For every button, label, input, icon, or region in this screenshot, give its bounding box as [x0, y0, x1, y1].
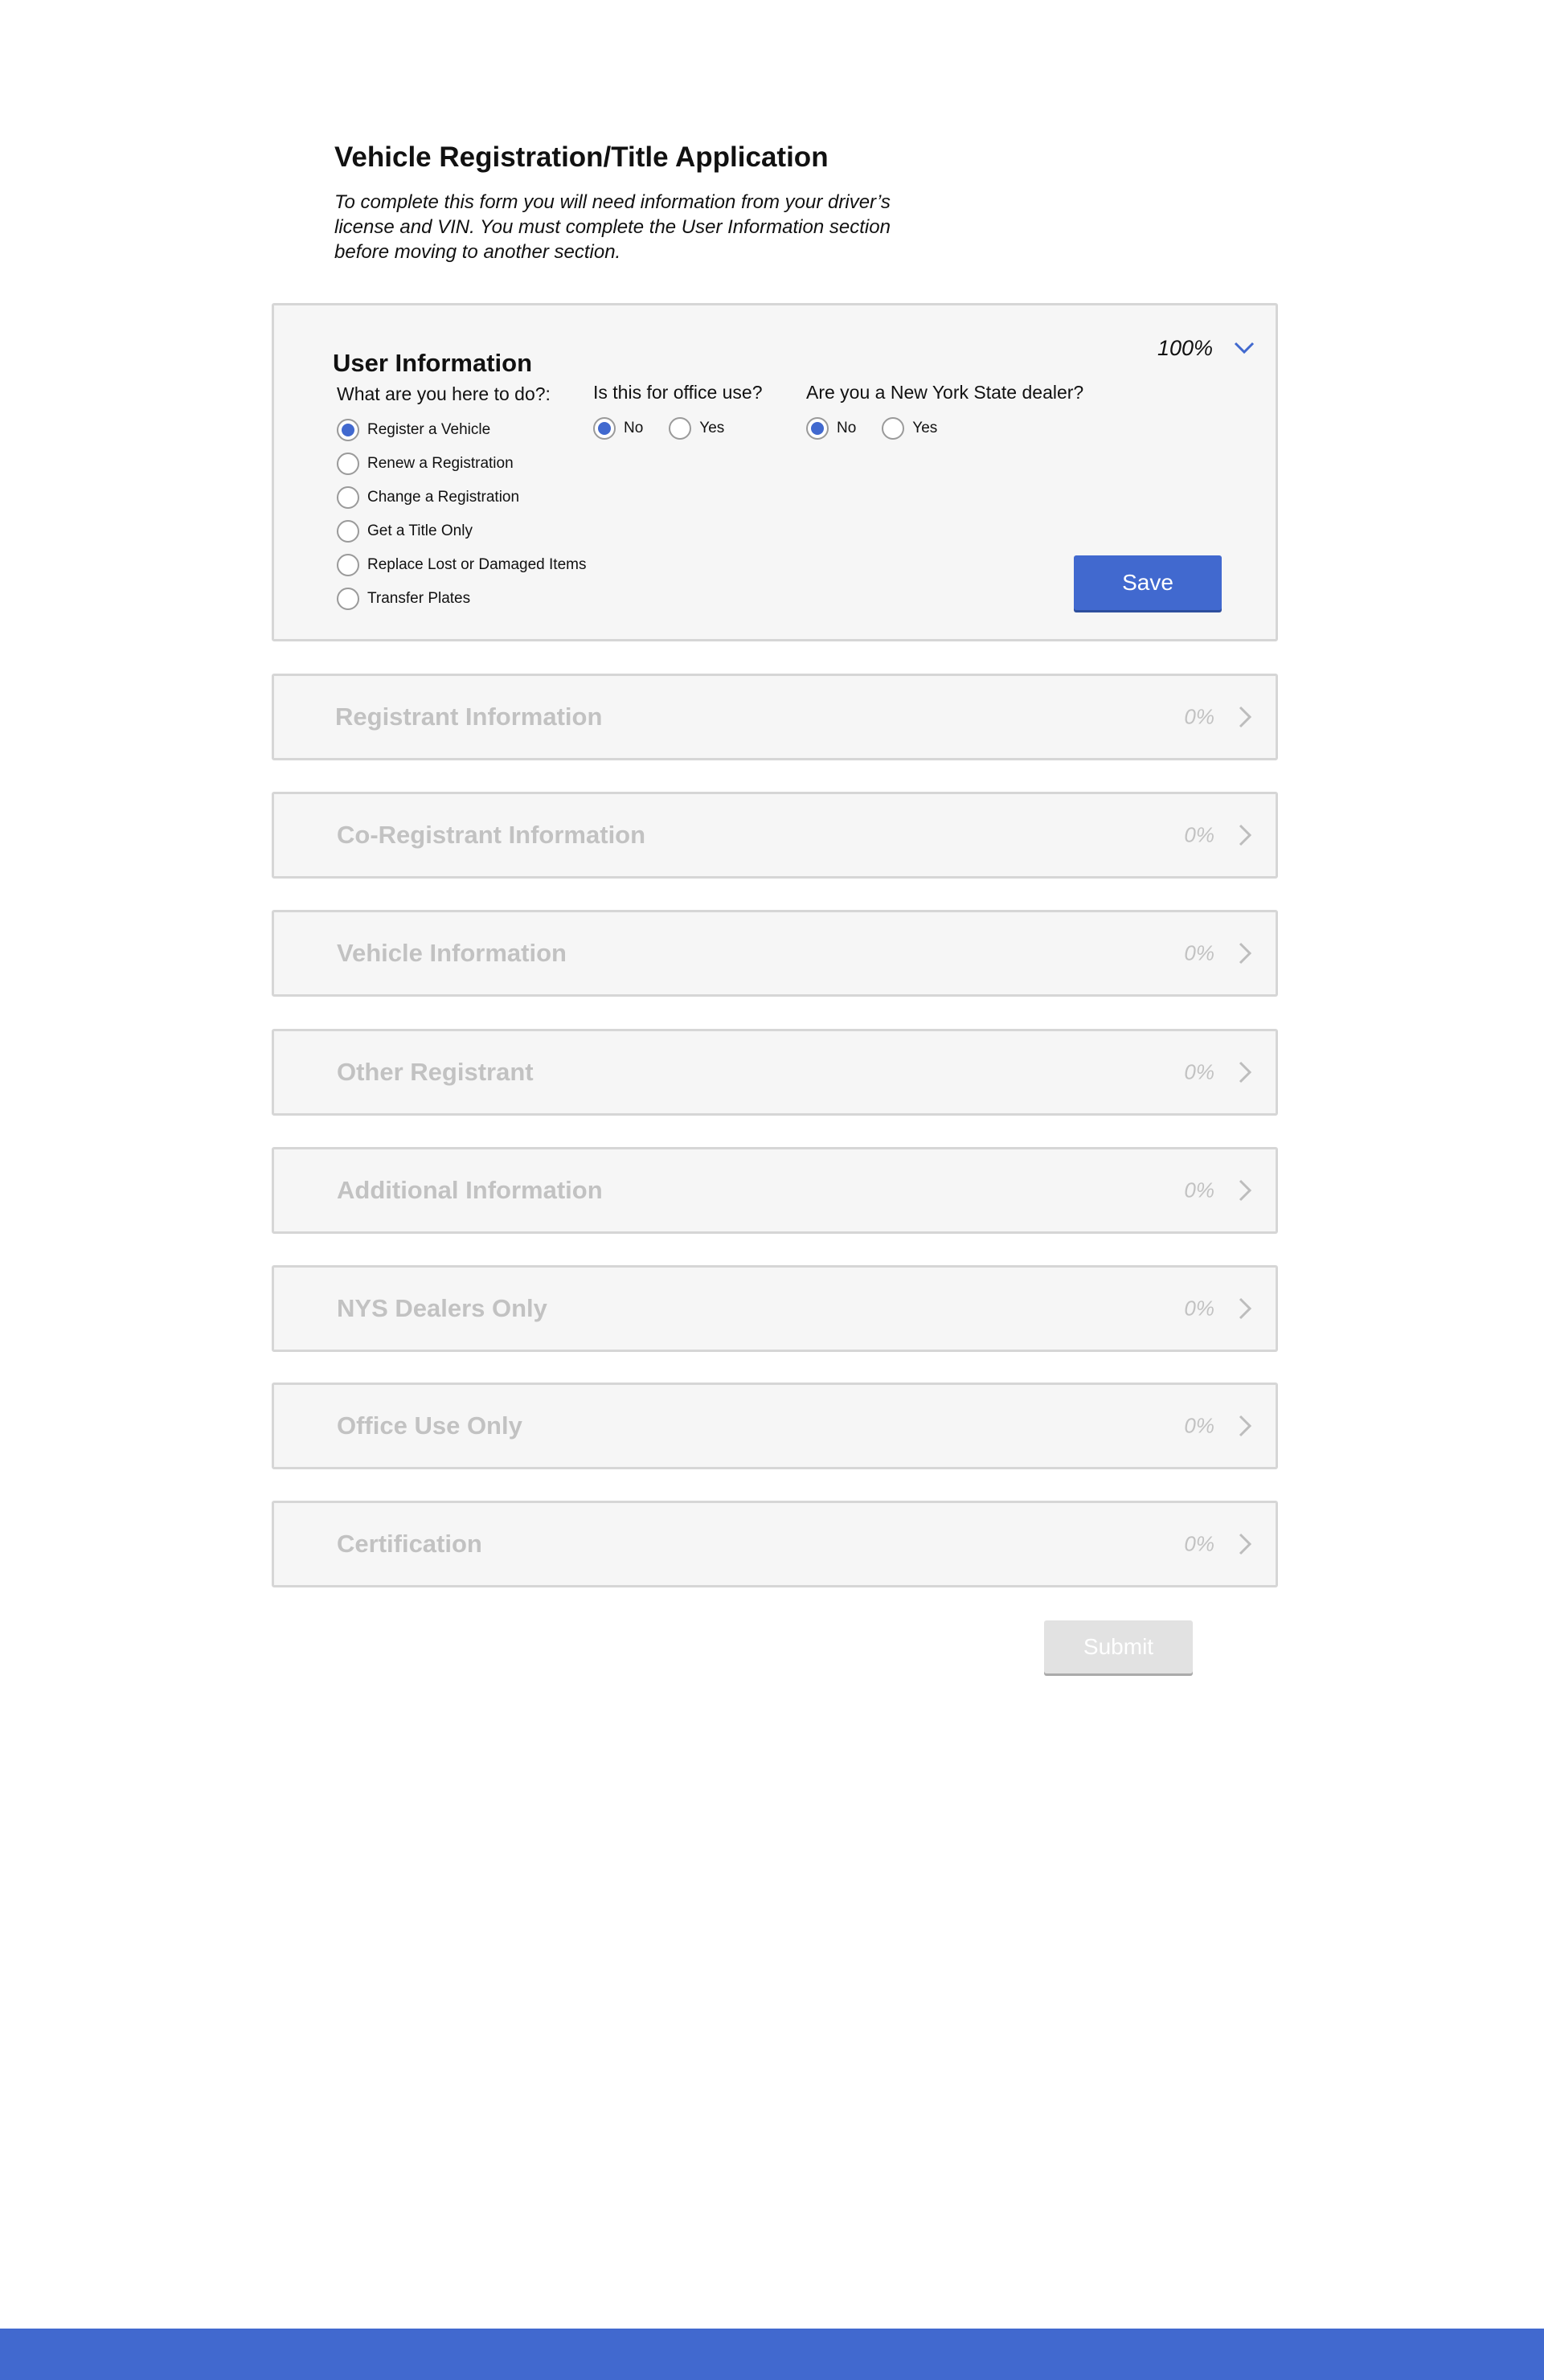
radio-label: Register a Vehicle	[367, 421, 491, 438]
radio-option[interactable]: Yes	[882, 412, 937, 445]
chevron-right-icon[interactable]	[1231, 1059, 1258, 1086]
section-additional-information[interactable]: Additional Information 0%	[272, 1147, 1278, 1234]
radio-label: Get a Title Only	[367, 522, 473, 539]
section-progress: 0%	[1184, 1059, 1214, 1084]
radio-label: Yes	[912, 420, 938, 436]
submit-button[interactable]: Submit	[1044, 1620, 1193, 1673]
radio-option[interactable]: No	[593, 412, 643, 445]
question-label: Is this for office use?	[593, 382, 763, 403]
chevron-down-icon[interactable]	[1231, 334, 1258, 362]
radio-selected-icon[interactable]	[337, 419, 359, 441]
radio-label: Renew a Registration	[367, 455, 514, 472]
radio-option[interactable]: Get a Title Only	[337, 514, 586, 548]
section-progress: 0%	[1184, 940, 1214, 965]
section-progress: 0%	[1184, 1413, 1214, 1438]
question-office-use: Is this for office use? No Yes	[593, 382, 763, 445]
radio-unselected-icon[interactable]	[337, 486, 359, 509]
radio-option[interactable]: No	[806, 412, 856, 445]
section-title[interactable]: User Information	[333, 349, 532, 378]
question-purpose: What are you here to do?: Register a Veh…	[337, 383, 586, 616]
section-title: Registrant Information	[335, 703, 603, 731]
radio-label: No	[837, 420, 857, 436]
chevron-right-icon[interactable]	[1231, 940, 1258, 967]
footer-bar	[0, 2329, 1544, 2380]
section-progress: 0%	[1184, 704, 1214, 729]
radio-label: Transfer Plates	[367, 590, 471, 607]
section-other-registrant[interactable]: Other Registrant 0%	[272, 1029, 1278, 1116]
section-progress: 0%	[1184, 1178, 1214, 1202]
radio-label: No	[624, 420, 644, 436]
chevron-right-icon[interactable]	[1231, 1530, 1258, 1558]
radio-label: Yes	[699, 420, 725, 436]
section-vehicle-information[interactable]: Vehicle Information 0%	[272, 910, 1278, 997]
radio-unselected-icon[interactable]	[337, 554, 359, 576]
radio-unselected-icon[interactable]	[669, 417, 692, 440]
radio-label: Change a Registration	[367, 489, 520, 506]
radio-unselected-icon[interactable]	[337, 588, 359, 610]
radio-selected-icon[interactable]	[806, 417, 829, 440]
section-co-registrant-information[interactable]: Co-Registrant Information 0%	[272, 792, 1278, 879]
radio-unselected-icon[interactable]	[882, 417, 905, 440]
section-nys-dealers-only[interactable]: NYS Dealers Only 0%	[272, 1265, 1278, 1352]
chevron-right-icon[interactable]	[1231, 703, 1258, 731]
section-title: Co-Registrant Information	[337, 821, 646, 849]
section-title: Vehicle Information	[337, 939, 567, 967]
section-title: Certification	[337, 1530, 482, 1558]
section-progress: 0%	[1184, 1531, 1214, 1556]
radio-option[interactable]: Yes	[669, 412, 724, 445]
section-title: Office Use Only	[337, 1411, 522, 1440]
section-progress: 0%	[1184, 1296, 1214, 1321]
radio-option[interactable]: Replace Lost or Damaged Items	[337, 548, 586, 582]
radio-selected-icon[interactable]	[593, 417, 616, 440]
page-intro: To complete this form you will need info…	[334, 191, 891, 263]
page-title: Vehicle Registration/Title Application	[334, 141, 829, 173]
section-certification[interactable]: Certification 0%	[272, 1501, 1278, 1587]
section-user-information: User Information 100% What are you here …	[272, 303, 1278, 641]
question-label: Are you a New York State dealer?	[806, 382, 1084, 403]
question-nys-dealer: Are you a New York State dealer? No Yes	[806, 382, 1083, 445]
section-progress: 100%	[1157, 336, 1213, 360]
section-title: NYS Dealers Only	[337, 1294, 547, 1322]
question-label: What are you here to do?:	[337, 383, 551, 404]
save-button[interactable]: Save	[1074, 555, 1222, 610]
chevron-right-icon[interactable]	[1231, 821, 1258, 849]
section-office-use-only[interactable]: Office Use Only 0%	[272, 1383, 1278, 1469]
chevron-right-icon[interactable]	[1231, 1177, 1258, 1204]
radio-option[interactable]: Transfer Plates	[337, 582, 586, 616]
chevron-right-icon[interactable]	[1231, 1412, 1258, 1440]
radio-option[interactable]: Change a Registration	[337, 481, 586, 514]
section-registrant-information[interactable]: Registrant Information 0%	[272, 674, 1278, 760]
page-header: Vehicle Registration/Title Application T…	[334, 138, 945, 264]
radio-unselected-icon[interactable]	[337, 453, 359, 475]
chevron-right-icon[interactable]	[1231, 1295, 1258, 1322]
radio-option[interactable]: Register a Vehicle	[337, 413, 586, 447]
section-title: Other Registrant	[337, 1058, 534, 1086]
radio-unselected-icon[interactable]	[337, 520, 359, 543]
section-progress: 0%	[1184, 822, 1214, 847]
radio-option[interactable]: Renew a Registration	[337, 447, 586, 481]
radio-label: Replace Lost or Damaged Items	[367, 556, 587, 573]
section-title: Additional Information	[337, 1176, 603, 1204]
